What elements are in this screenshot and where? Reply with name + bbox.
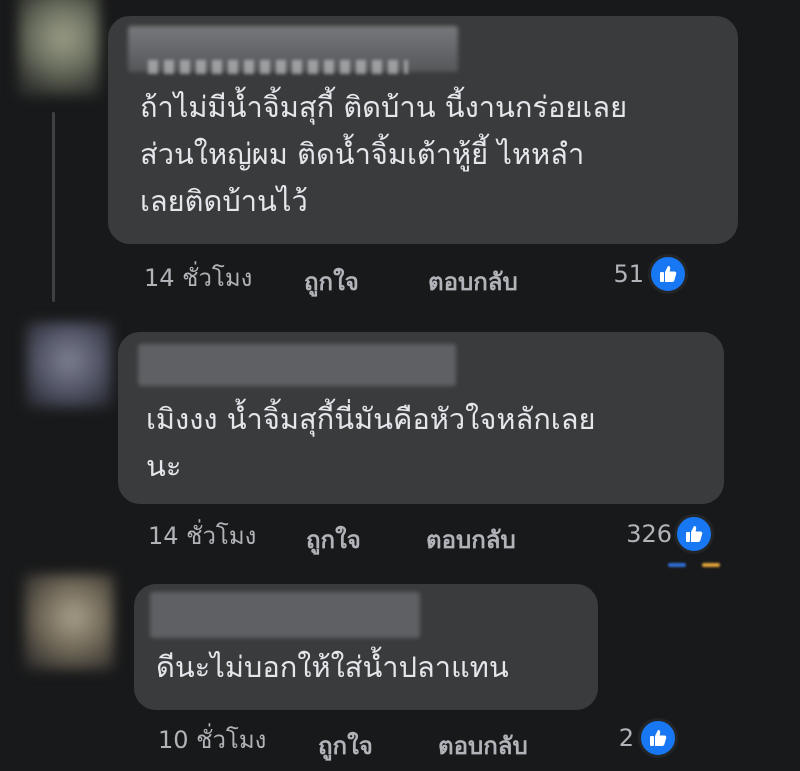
commenter-avatar[interactable]	[24, 574, 114, 670]
like-button[interactable]: ถูกใจ	[318, 726, 373, 765]
reaction-shadow-orange	[702, 563, 720, 567]
comment-text-line: เมิงงง น้ำจิ้มสุกี้นี่มันคือหัวใจหลักเลย	[146, 402, 596, 436]
comment-bubble: ดีนะไม่บอกให้ใส่น้ำปลาแทน	[134, 584, 598, 710]
hidden-quoted-text	[148, 60, 408, 74]
thumbs-up-glyph	[686, 526, 703, 542]
commenter-avatar[interactable]	[26, 322, 112, 408]
reaction-count[interactable]: 2	[600, 724, 634, 752]
thumbs-up-icon[interactable]	[674, 514, 714, 554]
comment-timestamp[interactable]: 14 ชั่วโมง	[144, 258, 252, 297]
comment-text: เมิงงง น้ำจิ้มสุกี้นี่มันคือหัวใจหลักเลย…	[146, 396, 595, 490]
commenter-avatar[interactable]	[18, 0, 100, 96]
like-button[interactable]: ถูกใจ	[306, 520, 361, 559]
reply-button[interactable]: ตอบกลับ	[438, 726, 528, 765]
reaction-shadow-blue	[668, 563, 686, 567]
thumbs-up-glyph	[650, 730, 667, 746]
comment-text-line: ถ้าไม่มีน้ำจิ้มสุกี้ ติดบ้าน นี้งานกร่อย…	[140, 90, 628, 124]
comment-bubble: เมิงงง น้ำจิ้มสุกี้นี่มันคือหัวใจหลักเลย…	[118, 332, 724, 504]
thumbs-up-glyph	[660, 266, 677, 282]
reaction-count[interactable]: 51	[596, 260, 644, 288]
thumbs-up-icon[interactable]	[638, 718, 678, 758]
comment-text-line: เลยติดบ้านไว้	[140, 184, 308, 218]
comment-text-line: ส่วนใหญ่ผม ติดน้ำจิ้มเต้าหู้ยี้ ไหหลำ	[140, 137, 585, 171]
commenter-name-blurred[interactable]	[138, 344, 456, 386]
reaction-count[interactable]: 326	[614, 520, 672, 548]
reply-button[interactable]: ตอบกลับ	[426, 520, 516, 559]
comment-text: ถ้าไม่มีน้ำจิ้มสุกี้ ติดบ้าน นี้งานกร่อย…	[140, 84, 627, 225]
comment-bubble: ถ้าไม่มีน้ำจิ้มสุกี้ ติดบ้าน นี้งานกร่อย…	[108, 16, 738, 244]
reply-button[interactable]: ตอบกลับ	[428, 262, 518, 301]
like-button[interactable]: ถูกใจ	[304, 262, 359, 301]
commenter-name-blurred[interactable]	[150, 592, 420, 638]
reply-thread-line	[52, 112, 55, 302]
comment-text-line: นะ	[146, 449, 182, 483]
comment-timestamp[interactable]: 14 ชั่วโมง	[148, 516, 256, 555]
comment-timestamp[interactable]: 10 ชั่วโมง	[158, 720, 266, 759]
thumbs-up-icon[interactable]	[648, 254, 688, 294]
comment-text: ดีนะไม่บอกให้ใส่น้ำปลาแทน	[156, 644, 509, 691]
comment-text-line: ดีนะไม่บอกให้ใส่น้ำปลาแทน	[156, 650, 509, 684]
